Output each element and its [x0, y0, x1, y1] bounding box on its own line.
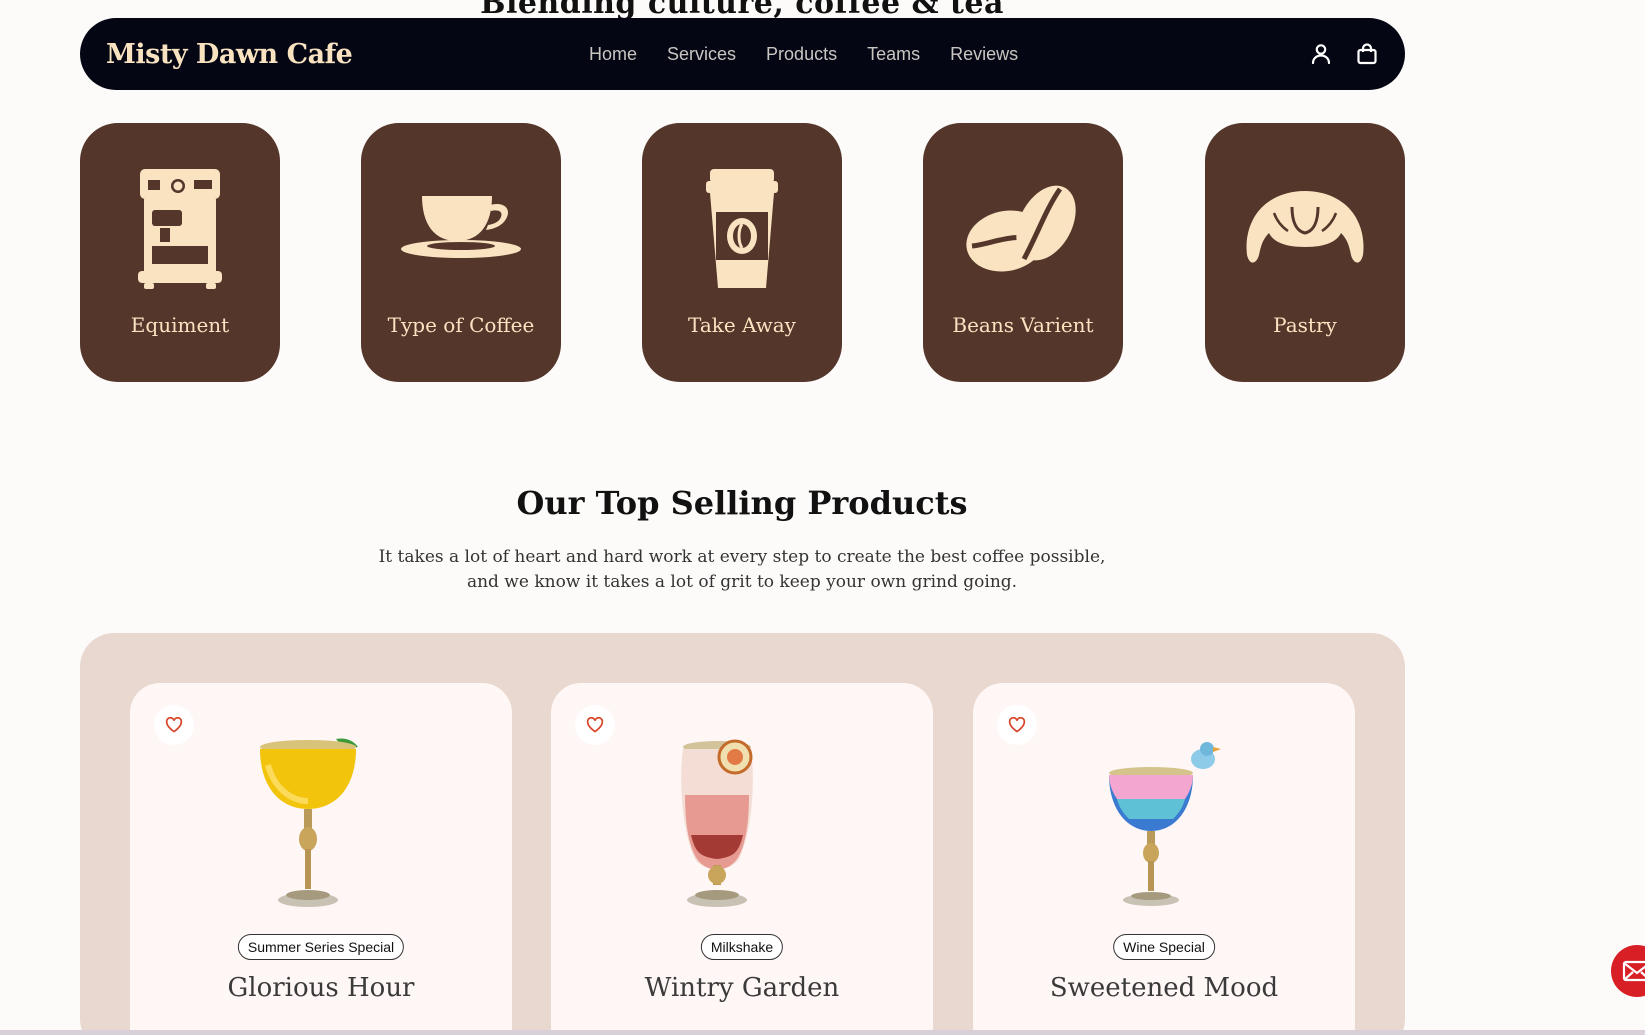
croissant-icon	[1240, 163, 1370, 293]
product-badge: Summer Series Special	[237, 934, 405, 960]
coffee-beans-icon	[958, 163, 1088, 293]
category-card-beans-varient[interactable]: Beans Varient	[923, 123, 1123, 382]
mail-icon[interactable]	[1611, 945, 1645, 997]
top-selling-subtitle: It takes a lot of heart and hard work at…	[0, 545, 1484, 595]
category-label: Pastry	[1273, 313, 1337, 337]
nav-links: Home Services Products Teams Reviews	[589, 18, 1018, 90]
navbar: Misty Dawn Cafe Home Services Products T…	[80, 18, 1405, 90]
category-card-type-of-coffee[interactable]: Type of Coffee	[361, 123, 561, 382]
category-card-take-away[interactable]: Take Away	[642, 123, 842, 382]
category-label: Equiment	[130, 313, 230, 337]
category-label: Type of Coffee	[387, 313, 535, 337]
category-label: Beans Varient	[952, 313, 1094, 337]
product-name[interactable]: Glorious Hour	[130, 973, 512, 1003]
nav-products[interactable]: Products	[766, 44, 837, 65]
takeaway-cup-icon	[677, 163, 807, 293]
top-selling-title: Our Top Selling Products	[516, 484, 968, 522]
wintry-garden-drink-image	[681, 739, 753, 907]
category-row: Equiment Type of Coffee Take Away Beans …	[80, 123, 1405, 382]
subtitle-line-1: It takes a lot of heart and hard work at…	[378, 547, 1106, 567]
page-bottom-edge	[0, 1030, 1645, 1035]
nav-services[interactable]: Services	[667, 44, 736, 65]
heart-icon[interactable]	[575, 705, 615, 745]
shopping-bag-icon[interactable]	[1355, 42, 1379, 66]
product-card-wintry-garden[interactable]: Milkshake Wintry Garden	[551, 683, 933, 1035]
products-panel: Summer Series Special Glorious Hour Milk…	[80, 633, 1405, 1035]
brand-logo[interactable]: Misty Dawn Cafe	[106, 39, 353, 70]
product-name[interactable]: Wintry Garden	[551, 973, 933, 1003]
product-card-glorious-hour[interactable]: Summer Series Special Glorious Hour	[130, 683, 512, 1035]
product-name[interactable]: Sweetened Mood	[973, 973, 1355, 1003]
category-card-equipment[interactable]: Equiment	[80, 123, 280, 382]
glorious-hour-drink-image	[260, 738, 358, 907]
heart-icon[interactable]	[997, 705, 1037, 745]
nav-reviews[interactable]: Reviews	[950, 44, 1018, 65]
product-badge: Wine Special	[1113, 934, 1215, 960]
sweetened-mood-drink-image	[1109, 742, 1221, 906]
subtitle-line-2: and we know it takes a lot of grit to ke…	[466, 572, 1018, 592]
heart-icon[interactable]	[154, 705, 194, 745]
nav-home[interactable]: Home	[589, 44, 637, 65]
nav-icons	[1309, 18, 1379, 90]
user-icon[interactable]	[1309, 42, 1333, 66]
nav-teams[interactable]: Teams	[867, 44, 920, 65]
product-badge: Milkshake	[700, 934, 784, 960]
category-card-pastry[interactable]: Pastry	[1205, 123, 1405, 382]
product-card-sweetened-mood[interactable]: Wine Special Sweetened Mood	[973, 683, 1355, 1035]
espresso-machine-icon	[115, 163, 245, 293]
coffee-cup-icon	[396, 163, 526, 293]
category-label: Take Away	[688, 313, 796, 337]
